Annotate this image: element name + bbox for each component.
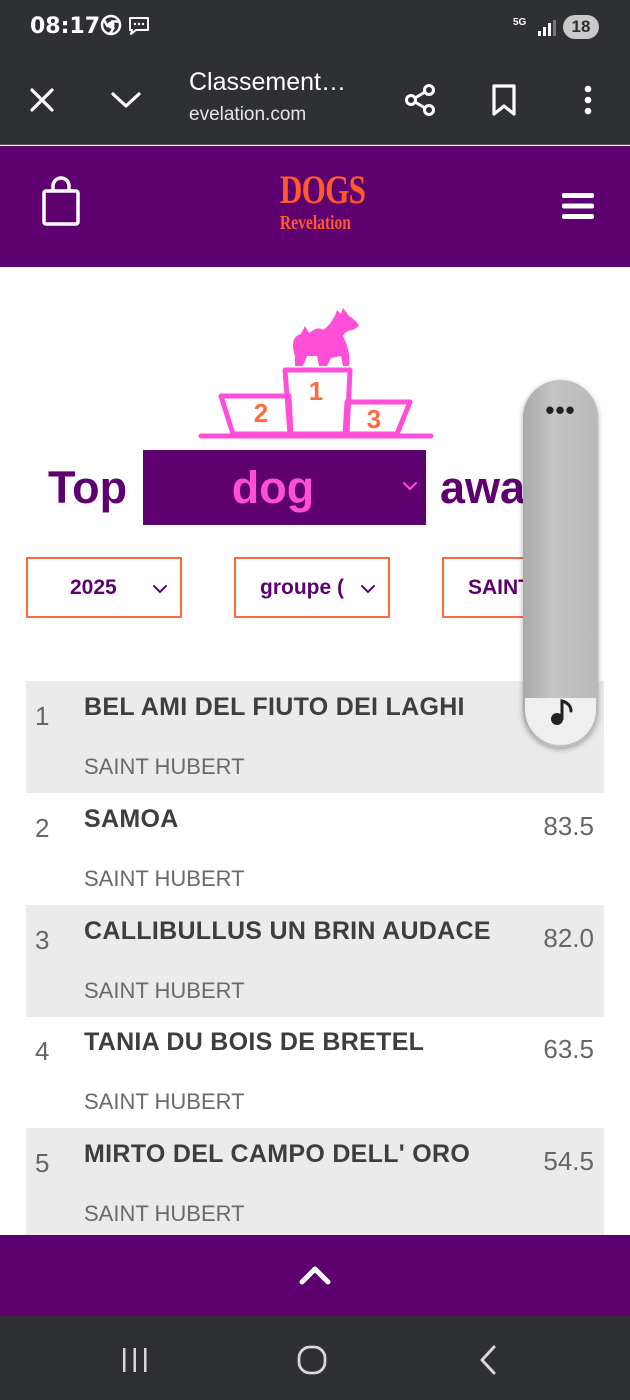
ranking-row[interactable]: 1 BEL AMI DEL FIUTO DEI LAGHI SAINT HUBE… — [26, 681, 604, 793]
scroll-top-bar[interactable] — [0, 1235, 630, 1316]
dog-name: TANIA DU BOIS DE BRETEL — [84, 1028, 425, 1056]
rank-number: 3 — [35, 925, 50, 955]
year-value: 2025 — [70, 576, 117, 599]
chevron-down-icon — [360, 581, 376, 599]
share-button[interactable] — [392, 72, 448, 128]
message-icon — [127, 14, 151, 43]
dog-breed: SAINT HUBERT — [84, 1089, 245, 1114]
dog-name: BEL AMI DEL FIUTO DEI LAGHI — [84, 693, 465, 721]
system-nav-bar — [0, 1316, 630, 1400]
podium-first: 1 — [309, 376, 323, 406]
site-logo[interactable]: DOGS Revelation — [270, 168, 366, 244]
more-options-button[interactable] — [560, 72, 616, 128]
dog-breed: SAINT HUBERT — [84, 1201, 245, 1226]
dog-breed: SAINT HUBERT — [84, 978, 245, 1003]
page-url[interactable]: evelation.com — [189, 104, 306, 126]
group-value: groupe ( — [260, 576, 344, 599]
breed-value: SAINT — [468, 576, 531, 599]
ranking-row[interactable]: 4 TANIA DU BOIS DE BRETEL SAINT HUBERT 6… — [26, 1016, 604, 1128]
podium-dog-icon: 1 2 3 — [195, 300, 435, 447]
rank-number: 2 — [35, 813, 50, 843]
dog-name: CALLIBULLUS UN BRIN AUDACE — [84, 917, 491, 945]
award-suffix: awa — [440, 462, 524, 513]
dog-score: 63.5 — [543, 1034, 594, 1064]
rank-number: 1 — [35, 701, 50, 731]
hamburger-menu-icon — [562, 193, 594, 219]
network-type: 5G — [513, 17, 527, 28]
chevron-down-icon — [402, 478, 418, 496]
main-menu-button[interactable] — [560, 190, 596, 222]
back-icon[interactable] — [476, 1344, 500, 1381]
dog-breed: SAINT HUBERT — [84, 866, 245, 891]
chevron-up-icon — [298, 1264, 332, 1291]
ranking-row[interactable]: 2 SAMOA SAINT HUBERT 83.5 — [26, 793, 604, 905]
category-value: dog — [231, 462, 315, 513]
category-select[interactable]: dog — [143, 450, 426, 525]
minimize-button[interactable] — [98, 72, 154, 128]
chevron-down-icon — [111, 92, 141, 108]
chrome-icon — [100, 14, 122, 41]
dog-name: SAMOA — [84, 805, 179, 833]
recent-apps-icon[interactable] — [120, 1346, 150, 1379]
rank-number: 5 — [35, 1148, 50, 1178]
bookmark-button[interactable] — [476, 72, 532, 128]
battery-level: 18 — [563, 15, 599, 39]
group-select[interactable]: groupe ( — [234, 557, 390, 618]
bookmark-icon — [492, 84, 516, 116]
ranking-row[interactable]: 5 MIRTO DEL CAMPO DELL' ORO SAINT HUBERT… — [26, 1128, 604, 1240]
year-select[interactable]: 2025 — [26, 557, 182, 618]
more-vert-icon — [584, 85, 592, 115]
panel-menu-button[interactable]: ••• — [523, 397, 598, 423]
floating-media-panel[interactable]: ••• — [523, 380, 598, 747]
cart-button[interactable] — [40, 176, 82, 228]
music-note-icon[interactable] — [547, 696, 575, 733]
dog-score: 82.0 — [543, 923, 594, 953]
shopping-bag-icon — [42, 176, 80, 226]
close-tab-button[interactable] — [14, 72, 70, 128]
dog-score: 54.5 — [543, 1146, 594, 1176]
ranking-row[interactable]: 3 CALLIBULLUS UN BRIN AUDACE SAINT HUBER… — [26, 905, 604, 1017]
status-time: 08:17 — [30, 14, 101, 39]
podium-third: 3 — [367, 404, 381, 434]
home-icon[interactable] — [296, 1344, 328, 1381]
rank-number: 4 — [35, 1036, 50, 1066]
dog-score: 83.5 — [543, 811, 594, 841]
chevron-down-icon — [152, 581, 168, 599]
signal-icon — [537, 20, 557, 36]
browser-toolbar: Classement… evelation.com — [0, 56, 630, 145]
award-prefix: Top — [48, 462, 128, 513]
close-icon — [30, 88, 54, 112]
page-title[interactable]: Classement… — [189, 68, 346, 97]
share-icon — [405, 84, 435, 116]
dog-name: MIRTO DEL CAMPO DELL' ORO — [84, 1140, 471, 1168]
dog-breed: SAINT HUBERT — [84, 754, 245, 779]
site-header: DOGS Revelation — [0, 146, 630, 267]
status-bar: 08:17 5G 18 — [0, 0, 630, 56]
podium-second: 2 — [254, 398, 268, 428]
